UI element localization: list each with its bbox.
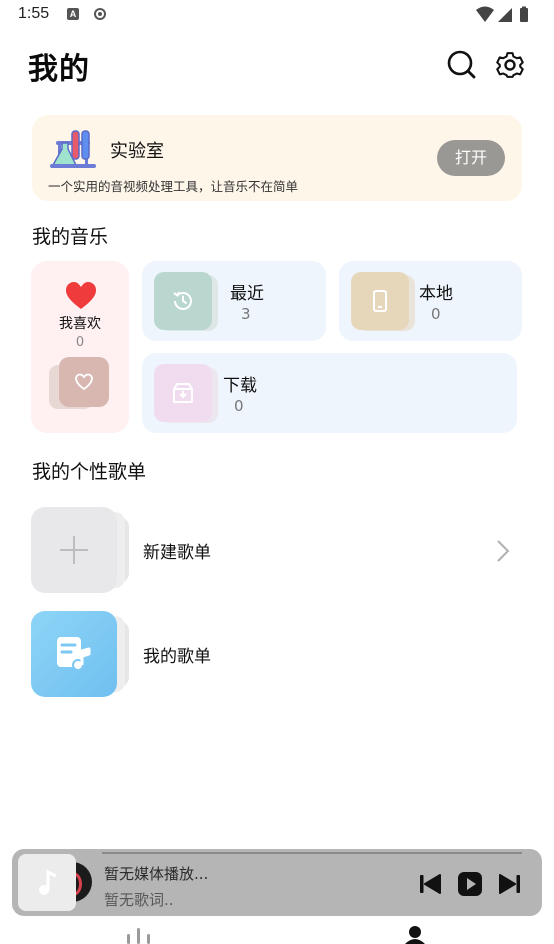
play-icon[interactable] xyxy=(457,871,483,897)
recent-count: 3 xyxy=(241,305,251,323)
playback-progress[interactable] xyxy=(102,852,522,854)
page-title: 我的 xyxy=(28,52,90,87)
local-cover xyxy=(351,272,409,330)
system-status-icons xyxy=(476,6,528,22)
wifi-icon xyxy=(476,6,494,22)
heart-outline-icon xyxy=(75,373,93,391)
download-box-icon xyxy=(173,383,193,403)
phone-icon xyxy=(373,290,387,312)
favorites-label: 我喜欢 xyxy=(59,316,101,332)
my-music-title: 我的音乐 xyxy=(32,226,109,248)
local-tile[interactable]: 本地 0 xyxy=(339,261,522,341)
next-icon[interactable] xyxy=(497,871,523,897)
download-cover xyxy=(154,364,212,422)
nav-music-icon[interactable] xyxy=(125,926,153,944)
heart-icon xyxy=(66,282,96,309)
new-playlist-row[interactable]: 新建歌单 xyxy=(31,507,521,593)
lab-open-button[interactable]: 打开 xyxy=(437,140,505,176)
previous-icon[interactable] xyxy=(417,871,443,897)
favorites-tile[interactable]: 我喜欢 0 xyxy=(31,261,129,433)
search-button[interactable] xyxy=(445,48,477,80)
status-time: 1:55 xyxy=(18,5,50,22)
local-count: 0 xyxy=(431,305,441,323)
local-label: 本地 xyxy=(419,284,453,304)
favorites-count: 0 xyxy=(75,335,85,350)
notification-a-icon: A xyxy=(67,8,79,20)
my-playlist-label: 我的歌单 xyxy=(143,647,211,667)
signal-icon xyxy=(498,8,512,22)
download-label: 下载 xyxy=(223,376,257,396)
battery-icon xyxy=(520,8,528,22)
now-playing-title: 暂无媒体播放... xyxy=(104,865,209,883)
now-playing-cover xyxy=(18,854,76,911)
download-tile[interactable]: 下载 0 xyxy=(142,353,517,433)
now-playing-lyric: 暂无歌词.. xyxy=(104,891,174,909)
recent-label: 最近 xyxy=(230,284,264,304)
lab-title: 实验室 xyxy=(110,141,164,162)
record-status-icon xyxy=(94,8,106,20)
download-count: 0 xyxy=(234,397,244,415)
new-playlist-label: 新建歌单 xyxy=(143,543,211,563)
chevron-right-icon xyxy=(497,540,510,562)
settings-button[interactable] xyxy=(494,48,526,80)
new-playlist-cover xyxy=(31,507,117,593)
history-icon xyxy=(173,291,192,310)
status-bar: 1:55 A xyxy=(0,0,554,32)
favorites-cover xyxy=(59,357,109,407)
nav-profile-icon[interactable] xyxy=(404,924,426,944)
my-playlist-row[interactable]: 我的歌单 xyxy=(31,611,521,697)
recent-cover xyxy=(154,272,212,330)
lab-description: 一个实用的音视频处理工具，让音乐不在简单 xyxy=(48,179,299,194)
gear-icon xyxy=(496,52,524,78)
recent-tile[interactable]: 最近 3 xyxy=(142,261,326,341)
plus-icon xyxy=(60,536,88,564)
lab-card[interactable]: 实验室 一个实用的音视频处理工具，让音乐不在简单 打开 xyxy=(32,115,522,201)
mini-player[interactable]: 暂无媒体播放... 暂无歌词.. xyxy=(12,849,542,916)
flask-icon xyxy=(50,130,96,168)
search-icon xyxy=(447,50,476,79)
music-note-icon xyxy=(39,870,57,895)
playlists-title: 我的个性歌单 xyxy=(32,461,147,483)
music-note-doc-icon xyxy=(57,637,91,671)
my-playlist-cover xyxy=(31,611,117,697)
